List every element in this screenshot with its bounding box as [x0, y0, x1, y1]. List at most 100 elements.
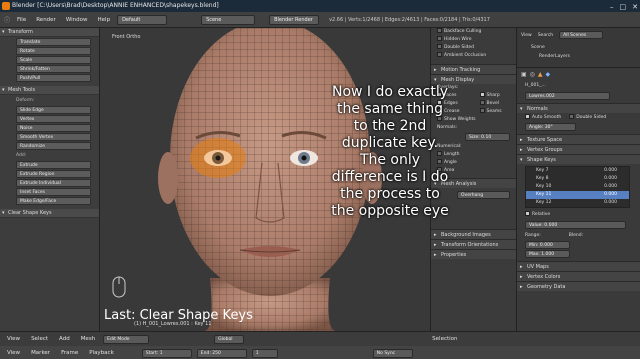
push-pull-button[interactable]: Push/Pull: [16, 74, 91, 82]
checkbox-icon[interactable]: [479, 100, 485, 105]
minimize-icon[interactable]: –: [610, 1, 614, 12]
add-menu[interactable]: Add: [56, 336, 73, 342]
mesh-data-name-field[interactable]: Lowres.002: [525, 92, 610, 100]
checkbox-icon[interactable]: [437, 52, 442, 57]
auto-smooth-angle-field[interactable]: Angle: 30°: [525, 123, 576, 131]
transform-panel-header[interactable]: Transform: [0, 28, 99, 37]
screen-layout-dropdown[interactable]: Default: [117, 14, 168, 25]
mesh-menu[interactable]: Mesh: [78, 336, 98, 342]
double-sided-normals-option[interactable]: Double Sided: [561, 113, 606, 122]
shrink-fatten-button[interactable]: Shrink/Fatten: [16, 65, 91, 73]
view-menu[interactable]: View: [4, 336, 23, 342]
geometry-data-header[interactable]: Geometry Data: [517, 281, 640, 292]
vertex-button[interactable]: Vertex: [16, 115, 91, 123]
vertex-groups-header[interactable]: Vertex Groups: [517, 144, 640, 155]
slide-edge-button[interactable]: Slide Edge: [16, 106, 91, 114]
properties-header[interactable]: Properties: [431, 249, 516, 260]
mesh-tools-panel-header[interactable]: Mesh Tools: [0, 86, 99, 95]
range-max-field[interactable]: Max: 1.000: [525, 250, 570, 258]
normals-header[interactable]: Normals: [517, 103, 640, 114]
checkbox-icon[interactable]: [479, 108, 485, 113]
outliner-search-menu[interactable]: Search: [538, 31, 553, 40]
normal-size-field[interactable]: Size: 0.10: [465, 133, 510, 141]
transform-orientations-header[interactable]: Transform Orientations: [431, 239, 516, 250]
shape-key-row[interactable]: Key 12 0.000: [526, 199, 629, 207]
outliner-renderlayers-item[interactable]: RenderLayers: [517, 52, 640, 61]
relative-option[interactable]: Relative: [517, 210, 640, 219]
start-frame-field[interactable]: Start: 1: [141, 348, 192, 358]
extrude-region-button[interactable]: Extrude Region: [16, 170, 91, 178]
shape-key-value[interactable]: 0.000: [604, 191, 617, 199]
checkbox-icon[interactable]: [437, 28, 442, 33]
shape-key-row[interactable]: Key 10 0.000: [526, 183, 629, 191]
translate-button[interactable]: Translate: [16, 38, 91, 46]
shape-key-value[interactable]: 0.000: [604, 175, 617, 183]
last-operator-panel-header[interactable]: Clear Shape Keys: [0, 209, 99, 218]
shape-keys-header[interactable]: Shape Keys: [517, 154, 640, 165]
analysis-type-dropdown[interactable]: Overhang: [457, 191, 510, 199]
checkbox-icon[interactable]: [437, 44, 442, 49]
menu-window[interactable]: Window: [63, 17, 91, 23]
scene-dropdown[interactable]: Scene: [201, 14, 256, 25]
maximize-icon[interactable]: □: [620, 1, 627, 12]
vertex-colors-header[interactable]: Vertex Colors: [517, 271, 640, 282]
mesh-display-header[interactable]: Mesh Display: [431, 74, 516, 85]
uv-maps-header[interactable]: UV Maps: [517, 261, 640, 272]
checkbox-icon[interactable]: [437, 36, 442, 41]
double-sided-option[interactable]: Double Sided: [431, 44, 516, 52]
checkbox-icon[interactable]: [569, 114, 575, 119]
ambient-occlusion-option[interactable]: Ambient Occlusion: [431, 52, 516, 60]
backface-culling-option[interactable]: Backface Culling: [431, 28, 516, 36]
timeline-view-menu[interactable]: View: [4, 350, 23, 356]
shape-key-value[interactable]: 0.000: [604, 183, 617, 191]
outliner-display-dropdown[interactable]: All Scenes: [559, 31, 604, 39]
outliner-view-menu[interactable]: View: [521, 31, 532, 40]
auto-smooth-option[interactable]: Auto Smooth: [517, 113, 561, 122]
shape-value-field[interactable]: Value: 0.000: [525, 221, 626, 229]
select-menu[interactable]: Select: [28, 336, 51, 342]
bevel-option[interactable]: Bevel: [474, 100, 517, 108]
frame-menu[interactable]: Frame: [58, 350, 81, 356]
sharp-option[interactable]: Sharp: [474, 92, 517, 100]
close-icon[interactable]: ✕: [632, 1, 638, 12]
smooth-vertex-button[interactable]: Smooth Vertex: [16, 133, 91, 141]
checkbox-icon[interactable]: [525, 211, 530, 216]
rotate-button[interactable]: Rotate: [16, 47, 91, 55]
checkbox-icon[interactable]: [479, 92, 485, 97]
editor-type-icon[interactable]: ⓘ: [4, 15, 10, 24]
current-frame-field[interactable]: 1: [251, 348, 278, 358]
extrude-button[interactable]: Extrude: [16, 161, 91, 169]
randomize-button[interactable]: Randomize: [16, 142, 91, 150]
data-tab-icon[interactable]: ◆: [546, 71, 551, 78]
render-tab-icon[interactable]: ▣: [521, 71, 527, 78]
range-min-field[interactable]: Min: 0.000: [525, 241, 570, 249]
menu-render[interactable]: Render: [33, 17, 59, 23]
sync-dropdown[interactable]: No Sync: [372, 348, 413, 358]
background-images-header[interactable]: Background Images: [431, 229, 516, 240]
scene-tab-icon[interactable]: ◎: [530, 71, 535, 78]
shape-key-value[interactable]: 0.000: [604, 167, 617, 175]
texture-space-header[interactable]: Texture Space: [517, 134, 640, 145]
transform-orientation-dropdown[interactable]: Global: [214, 334, 245, 344]
motion-tracking-header[interactable]: Motion Tracking: [431, 64, 516, 75]
menu-help[interactable]: Help: [95, 17, 114, 23]
render-engine-dropdown[interactable]: Blender Render: [269, 14, 320, 25]
shape-key-value[interactable]: 0.000: [604, 199, 617, 207]
shape-key-row[interactable]: Key 7 0.000: [526, 167, 629, 175]
object-tab-icon[interactable]: ▲: [538, 71, 543, 78]
mode-dropdown[interactable]: Edit Mode: [103, 334, 150, 344]
end-frame-field[interactable]: End: 250: [196, 348, 247, 358]
shape-key-row[interactable]: Key 11 0.000: [526, 191, 629, 199]
shape-key-row[interactable]: Key 8 0.000: [526, 175, 629, 183]
make-edge-face-button[interactable]: Make Edge/Face: [16, 197, 91, 205]
noise-button[interactable]: Noise: [16, 124, 91, 132]
outliner-scene-item[interactable]: Scene: [517, 43, 640, 52]
hidden-wire-option[interactable]: Hidden Wire: [431, 36, 516, 44]
marker-menu[interactable]: Marker: [28, 350, 53, 356]
inset-faces-button[interactable]: Inset Faces: [16, 188, 91, 196]
seams-option[interactable]: Seams: [474, 108, 517, 116]
playback-menu[interactable]: Playback: [86, 350, 117, 356]
checkbox-icon[interactable]: [525, 114, 530, 119]
extrude-individual-button[interactable]: Extrude Individual: [16, 179, 91, 187]
menu-file[interactable]: File: [14, 17, 29, 23]
